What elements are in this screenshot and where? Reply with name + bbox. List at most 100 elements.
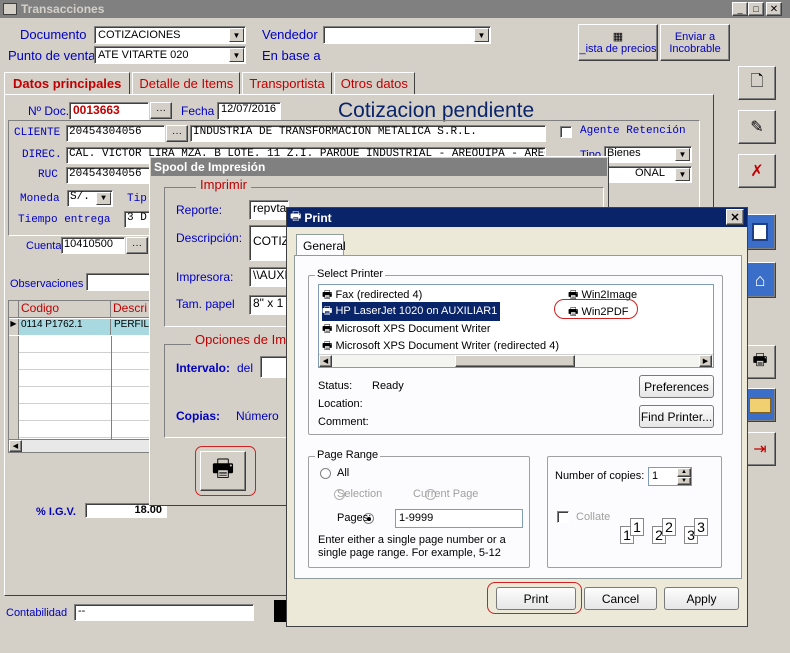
ruc-label: RUC (38, 169, 58, 181)
grid-cell-desc: PERFIL (111, 319, 152, 335)
copies-spinner[interactable]: ▲ ▼ (677, 468, 691, 485)
scroll-thumb[interactable] (455, 355, 575, 367)
lista-precios-button[interactable]: ▦ _ista de precios (578, 24, 658, 61)
nacional-select[interactable]: ONAL ▼ (604, 166, 692, 183)
documento-select[interactable]: COTIZACIONES ▼ (94, 26, 246, 44)
fecha-label: Fecha (181, 104, 215, 118)
edit-button[interactable]: ✎ (738, 110, 776, 144)
close-button[interactable]: ✕ (766, 2, 782, 16)
printer-icon: 🖶 (322, 323, 336, 335)
envelope-icon (749, 397, 771, 413)
numero-label: Número (236, 409, 279, 423)
cuenta-field[interactable]: 10410500 (61, 237, 125, 254)
window-title: Transacciones (21, 2, 105, 16)
tab-otros-datos[interactable]: Otros datos (333, 72, 415, 94)
exit-door-icon: ⇥ (753, 441, 767, 458)
maximize-button[interactable]: □ (748, 2, 764, 16)
win2pdf-highlight (554, 299, 638, 319)
grid-cell-codigo: 0114 P1762.1 (19, 319, 111, 335)
pages-input[interactable]: 1-9999 (395, 509, 523, 528)
moneda-select[interactable]: S/. ▼ (67, 190, 113, 207)
chevron-down-icon[interactable]: ▼ (96, 192, 111, 205)
collate-pages-icon: 1 1 2 2 3 3 (620, 518, 716, 548)
contab-label: Contabilidad (6, 607, 68, 619)
vendedor-select[interactable]: ▼ (323, 26, 491, 44)
comment-label: Comment: (318, 416, 369, 428)
impresora-label: Impresora: (176, 270, 234, 284)
tipo-select[interactable]: Bienes ▼ (604, 146, 692, 163)
ndoc-lookup-button[interactable]: ··· (150, 102, 172, 119)
fecha-field[interactable]: 12/07/2016 (217, 102, 281, 120)
spin-down-icon[interactable]: ▼ (677, 476, 691, 485)
save-button[interactable] (744, 214, 776, 250)
ruc-field[interactable]: 20454304056 (66, 167, 156, 184)
location-label: Location: (318, 398, 363, 410)
grid-hscrollbar[interactable]: ◀ (9, 439, 152, 452)
home-icon: ⌂ (754, 269, 766, 290)
igv-label: % I.G.V. (36, 506, 76, 518)
email-button[interactable] (744, 388, 776, 422)
num-copies-label: Number of copies: (555, 470, 645, 482)
tab-transportista[interactable]: Transportista (242, 72, 332, 94)
printer-icon: 🖶 (322, 305, 336, 317)
reporte-field[interactable]: repvta (249, 200, 289, 220)
obs-field[interactable] (86, 273, 152, 291)
pages-label: Pages: (337, 512, 372, 524)
find-printer-button[interactable]: Find Printer... (639, 405, 714, 428)
preferences-button[interactable]: Preferences (639, 375, 714, 398)
printer-item-hp[interactable]: 🖶 HP LaserJet 1020 on AUXILIAR1 (322, 302, 501, 321)
minimize-button[interactable]: _ (732, 2, 748, 16)
enviar-incobrable-button[interactable]: Enviar a Incobrable (660, 24, 730, 61)
grid-col-codigo[interactable]: Codigo (19, 301, 111, 317)
print-close-button[interactable]: ✕ (726, 209, 744, 225)
contab-field: -- (74, 604, 254, 621)
scroll-left-icon[interactable]: ◀ (319, 355, 332, 367)
del-field[interactable] (260, 356, 288, 378)
chevron-down-icon[interactable]: ▼ (229, 28, 244, 42)
scroll-right-icon[interactable]: ▶ (699, 355, 712, 367)
print-titlebar: 🖶 Print (287, 208, 747, 227)
reporte-label: Reporte: (176, 203, 223, 217)
cliente-lookup-button[interactable]: ··· (166, 125, 188, 142)
table-row[interactable]: ▶ 0114 P1762.1 PERFIL (9, 319, 152, 335)
main-titlebar: Transacciones (0, 0, 790, 18)
cuenta-lookup-button[interactable]: ··· (126, 237, 148, 254)
cancel-button[interactable]: Cancel (584, 587, 657, 610)
spin-up-icon[interactable]: ▲ (677, 468, 691, 477)
grid-rows-stripes (9, 336, 152, 439)
select-printer-legend: Select Printer (315, 268, 386, 280)
delete-button[interactable]: ✗ (738, 154, 776, 188)
exit-button[interactable]: ⇥ (744, 432, 776, 466)
apply-button[interactable]: Apply (664, 587, 739, 610)
current-page-label: Current Page (413, 488, 479, 500)
cliente-label: CLIENTE (14, 127, 61, 139)
tab-detalle-items[interactable]: Detalle de Items (132, 72, 241, 94)
chevron-down-icon[interactable]: ▼ (675, 168, 690, 181)
tam-field[interactable]: 8" x 1 (249, 295, 289, 315)
ndoc-label: Nº Doc. (28, 104, 70, 118)
radio-all[interactable] (320, 468, 331, 479)
impresora-field[interactable]: \\AUXI (249, 267, 289, 287)
grid-col-desc[interactable]: Descri (111, 301, 147, 317)
cliente-name-field: INDUSTRIA DE TRANSFORMACION METALICA S.R… (190, 125, 546, 142)
chevron-down-icon[interactable]: ▼ (229, 48, 244, 62)
new-doc-button[interactable]: 🗋 (738, 66, 776, 100)
punto-select[interactable]: ATE VITARTE 020 ▼ (94, 46, 246, 64)
home-button[interactable]: ⌂ (744, 262, 776, 298)
del-label: del (237, 361, 254, 375)
agente-checkbox[interactable] (560, 126, 572, 138)
enbase-label: En base a (262, 48, 321, 63)
print-toolbar-button[interactable]: 🖶 (744, 345, 776, 379)
chevron-down-icon[interactable]: ▼ (474, 28, 489, 42)
collate-checkbox[interactable] (557, 511, 569, 523)
tab-datos-principales[interactable]: Datos principales (4, 72, 131, 94)
chevron-down-icon[interactable]: ▼ (675, 148, 690, 161)
print-button-highlight (195, 446, 256, 496)
scroll-left-icon[interactable]: ◀ (9, 440, 22, 452)
cliente-code-field[interactable]: 20454304056 (66, 125, 165, 142)
tab-general[interactable]: General (296, 234, 346, 256)
desc-field[interactable]: COTIZ (249, 225, 289, 261)
printer-list-scrollbar[interactable]: ◀ ▶ (319, 354, 713, 367)
new-document-icon: 🗋 (750, 72, 764, 90)
page-range-hint: Enter either a single page number or a s… (318, 534, 506, 559)
